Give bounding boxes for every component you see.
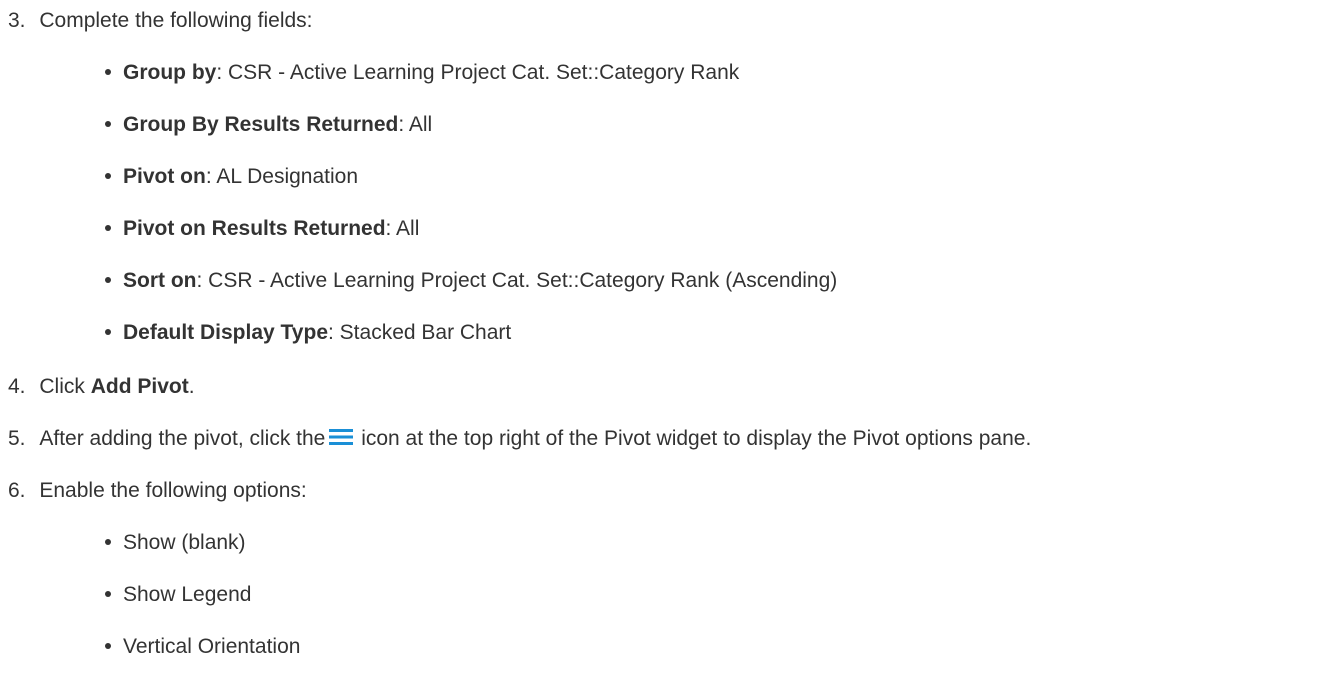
field-value: : CSR - Active Learning Project Cat. Set… bbox=[196, 269, 838, 292]
step-4: 4. Click Add Pivot. bbox=[8, 374, 195, 400]
field-item-group-by: Group by: CSR - Active Learning Project … bbox=[105, 60, 739, 86]
step-6: 6. Enable the following options: bbox=[8, 478, 307, 504]
step-text-before-icon: After adding the pivot, click the bbox=[39, 427, 326, 450]
step-number: 4. bbox=[8, 375, 26, 398]
step-text-suffix: . bbox=[188, 375, 195, 398]
bullet-icon bbox=[105, 539, 111, 545]
field-value: : AL Designation bbox=[205, 165, 359, 188]
field-label: Group by bbox=[123, 61, 217, 84]
step-5: 5. After adding the pivot, click the ico… bbox=[8, 426, 1031, 452]
add-pivot-label: Add Pivot bbox=[90, 375, 189, 398]
field-item-group-by-results: Group By Results Returned: All bbox=[105, 112, 432, 138]
option-item-show-blank: Show (blank) bbox=[105, 530, 246, 556]
step-text: Click Add Pivot. bbox=[39, 375, 194, 398]
bullet-icon bbox=[105, 173, 111, 179]
option-label: Vertical Orientation bbox=[123, 635, 301, 658]
step-text: Complete the following fields: bbox=[39, 9, 313, 32]
option-item-show-legend: Show Legend bbox=[105, 582, 251, 608]
option-label: Show Legend bbox=[123, 583, 252, 606]
field-value: : All bbox=[398, 113, 433, 136]
field-item-pivot-on: Pivot on: AL Designation bbox=[105, 164, 358, 190]
step-text: Enable the following options: bbox=[39, 479, 307, 502]
step-number: 6. bbox=[8, 479, 26, 502]
field-label: Pivot on bbox=[123, 165, 206, 188]
field-item-pivot-on-results: Pivot on Results Returned: All bbox=[105, 216, 419, 242]
bullet-icon bbox=[105, 643, 111, 649]
bullet-icon bbox=[105, 277, 111, 283]
field-label: Default Display Type bbox=[123, 321, 328, 344]
step-text-prefix: Click bbox=[39, 375, 91, 398]
field-value: : All bbox=[385, 217, 420, 240]
option-item-vertical-orientation: Vertical Orientation bbox=[105, 634, 300, 660]
field-value: : Stacked Bar Chart bbox=[328, 321, 512, 344]
step-number: 5. bbox=[8, 427, 26, 450]
field-label: Group By Results Returned bbox=[123, 113, 399, 136]
step-text-after-icon: icon at the top right of the Pivot widge… bbox=[361, 427, 1032, 450]
field-label: Sort on bbox=[123, 269, 197, 292]
step-3: 3. Complete the following fields: bbox=[8, 8, 313, 34]
bullet-icon bbox=[105, 225, 111, 231]
field-value: : CSR - Active Learning Project Cat. Set… bbox=[216, 61, 740, 84]
hamburger-menu-icon bbox=[329, 429, 354, 445]
field-item-sort-on: Sort on: CSR - Active Learning Project C… bbox=[105, 268, 837, 294]
step-number: 3. bbox=[8, 9, 26, 32]
step-text: After adding the pivot, click the icon a… bbox=[39, 427, 1031, 450]
bullet-icon bbox=[105, 329, 111, 335]
field-label: Pivot on Results Returned bbox=[123, 217, 386, 240]
bullet-icon bbox=[105, 69, 111, 75]
option-label: Show (blank) bbox=[123, 531, 246, 554]
field-item-default-display-type: Default Display Type: Stacked Bar Chart bbox=[105, 320, 511, 346]
bullet-icon bbox=[105, 121, 111, 127]
bullet-icon bbox=[105, 591, 111, 597]
